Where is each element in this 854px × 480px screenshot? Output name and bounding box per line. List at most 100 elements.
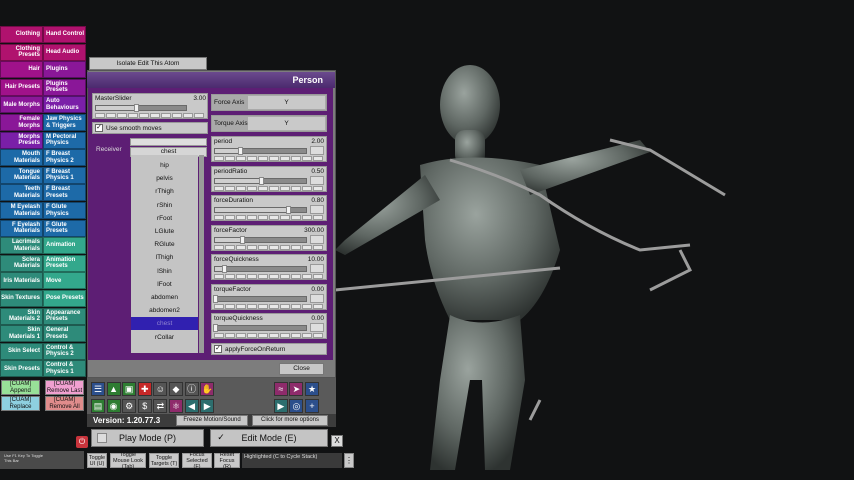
param-range-button[interactable]	[310, 175, 324, 185]
category-left-10[interactable]: M Eyelash Materials	[0, 202, 43, 219]
param-range-button[interactable]	[310, 293, 324, 303]
cuam-remove-last-button[interactable]: [CUAM] Remove Last	[45, 380, 84, 395]
category-right-2[interactable]: Plugins	[43, 61, 86, 79]
category-left-14[interactable]: Iris Materials	[0, 272, 43, 290]
smooth-moves-checkbox[interactable]: ✓	[95, 124, 103, 132]
plus-icon[interactable]: +	[305, 399, 319, 413]
receiver-list-item[interactable]: rShin	[131, 199, 198, 212]
param-step-buttons[interactable]	[214, 244, 323, 250]
category-left-16[interactable]: Skin Materials 2	[0, 307, 43, 325]
category-right-15[interactable]: Pose Presets	[43, 290, 86, 307]
param-knob[interactable]	[222, 265, 228, 273]
param-range-button[interactable]	[310, 146, 324, 155]
param-range-button[interactable]	[310, 323, 324, 332]
category-right-10[interactable]: F Glute Physics	[43, 202, 86, 219]
torque-axis-select[interactable]: Y	[248, 117, 325, 130]
category-left-11[interactable]: F Eyelash Materials	[0, 219, 43, 237]
open-icon[interactable]: ▣	[122, 382, 137, 396]
category-left-7[interactable]: Mouth Materials	[0, 149, 43, 167]
category-left-8[interactable]: Tongue Materials	[0, 166, 43, 184]
camera-icon[interactable]: ◉	[106, 399, 121, 413]
category-left-2[interactable]: Hair	[0, 61, 43, 79]
param-track[interactable]	[214, 265, 307, 273]
category-right-3[interactable]: Plugins Presets	[43, 78, 86, 96]
category-right-19[interactable]: Control & Physics 1	[43, 360, 86, 378]
param-step-buttons[interactable]	[214, 156, 323, 161]
category-right-12[interactable]: Animation	[43, 237, 86, 255]
scene-icon[interactable]: ▲	[106, 382, 121, 396]
category-left-1[interactable]: Clothing Presets	[0, 43, 43, 61]
edit-mode-button[interactable]: ✓ Edit Mode (E)	[210, 429, 328, 447]
more-options-button[interactable]: Click for more options	[252, 415, 328, 426]
receiver-list-item[interactable]: pelvis	[131, 172, 198, 185]
category-right-16[interactable]: Appearance Presets	[43, 307, 86, 325]
category-right-17[interactable]: General Presets	[43, 325, 86, 343]
category-left-18[interactable]: Skin Select	[0, 342, 43, 360]
more-vertical-icon[interactable]: ⋮	[344, 453, 354, 468]
star-icon[interactable]: ★	[305, 382, 319, 396]
master-slider-track[interactable]	[95, 104, 187, 112]
category-left-17[interactable]: Skin Materials 1	[0, 325, 43, 343]
category-left-15[interactable]: Skin Textures	[0, 290, 43, 307]
pointer-icon[interactable]: ➤	[289, 382, 304, 396]
receiver-list-item[interactable]: abdomen	[131, 291, 198, 304]
receiver-list-item[interactable]: hip	[131, 159, 198, 172]
reset-focus-button[interactable]: Reset Focus (R)	[214, 452, 240, 470]
master-slider-steps[interactable]	[95, 113, 204, 118]
category-left-9[interactable]: Teeth Materials	[0, 184, 43, 202]
category-right-5[interactable]: Jaw Physics & Triggers	[43, 114, 86, 131]
receiver-list-item[interactable]: lFoot	[131, 278, 198, 291]
param-track[interactable]	[214, 206, 307, 214]
category-right-0[interactable]: Hand Control	[43, 26, 86, 43]
category-left-5[interactable]: Female Morphs	[0, 114, 43, 131]
category-right-14[interactable]: Move	[43, 272, 86, 290]
freeze-motion-button[interactable]: Freeze Motion/Sound	[176, 415, 248, 426]
close-x-button[interactable]: X	[331, 435, 343, 447]
category-left-3[interactable]: Hair Presets	[0, 78, 43, 96]
hand-icon[interactable]: ✋	[200, 382, 215, 396]
receiver-list-item[interactable]: RGlute	[131, 238, 198, 251]
receiver-list-item[interactable]: lThigh	[131, 251, 198, 264]
prev-icon[interactable]: ◀	[184, 399, 199, 413]
category-left-13[interactable]: Sclera Materials	[0, 254, 43, 272]
param-knob[interactable]	[240, 235, 246, 244]
target-icon[interactable]: ◎	[289, 399, 304, 413]
toggle-targets-button[interactable]: Toggle Targets (T)	[149, 453, 179, 468]
category-right-1[interactable]: Head Audio	[43, 43, 86, 61]
param-track[interactable]	[214, 176, 307, 185]
edit-mode-checkbox[interactable]: ✓	[216, 432, 226, 442]
param-range-button[interactable]	[310, 234, 324, 244]
gear-icon[interactable]: ⚙	[122, 399, 137, 413]
category-left-6[interactable]: Morphs Presets	[0, 131, 43, 149]
param-knob[interactable]	[238, 147, 244, 155]
menu-icon[interactable]: ☰	[91, 382, 105, 396]
category-left-12[interactable]: Lacrimals Materials	[0, 237, 43, 255]
receiver-list-item[interactable]: rCollar	[131, 331, 198, 344]
param-step-buttons[interactable]	[214, 215, 323, 220]
cuam-append-button[interactable]: [CUAM] Append	[1, 380, 40, 395]
cube-icon[interactable]: ◆	[169, 382, 183, 396]
save-icon[interactable]: ✚	[137, 382, 152, 396]
receiver-list-scrollbar[interactable]	[199, 155, 204, 353]
focus-selected-button[interactable]: Focus Selected (F)	[182, 452, 212, 470]
receiver-list-item[interactable]: chest	[131, 317, 198, 331]
param-knob[interactable]	[213, 294, 218, 303]
atom-icon[interactable]: ⚛	[169, 399, 183, 413]
close-button[interactable]: Close	[279, 363, 324, 375]
receiver-list-item[interactable]: rThigh	[131, 185, 198, 198]
category-right-8[interactable]: F Breast Physics 1	[43, 166, 86, 184]
cuam-remove-all-button[interactable]: [CUAM] Remove All	[45, 396, 84, 411]
param-step-buttons[interactable]	[214, 303, 323, 309]
next-icon[interactable]: ▶	[273, 399, 288, 413]
receiver-list-item[interactable]: LGlute	[131, 225, 198, 238]
category-right-7[interactable]: F Breast Physics 2	[43, 149, 86, 167]
param-step-buttons[interactable]	[214, 333, 323, 338]
param-knob[interactable]	[213, 324, 218, 332]
category-right-9[interactable]: F Breast Presets	[43, 184, 86, 202]
cuam-replace-button[interactable]: [CUAM] Replace	[1, 396, 40, 411]
apply-force-checkbox[interactable]: ✓	[214, 345, 222, 353]
category-left-0[interactable]: Clothing	[0, 26, 43, 43]
toggle-mouse-look-button[interactable]: Toggle Mouse Look (Tab)	[110, 452, 146, 470]
folder-icon[interactable]: ▤	[91, 399, 105, 413]
receiver-list-item[interactable]: lShin	[131, 265, 198, 278]
